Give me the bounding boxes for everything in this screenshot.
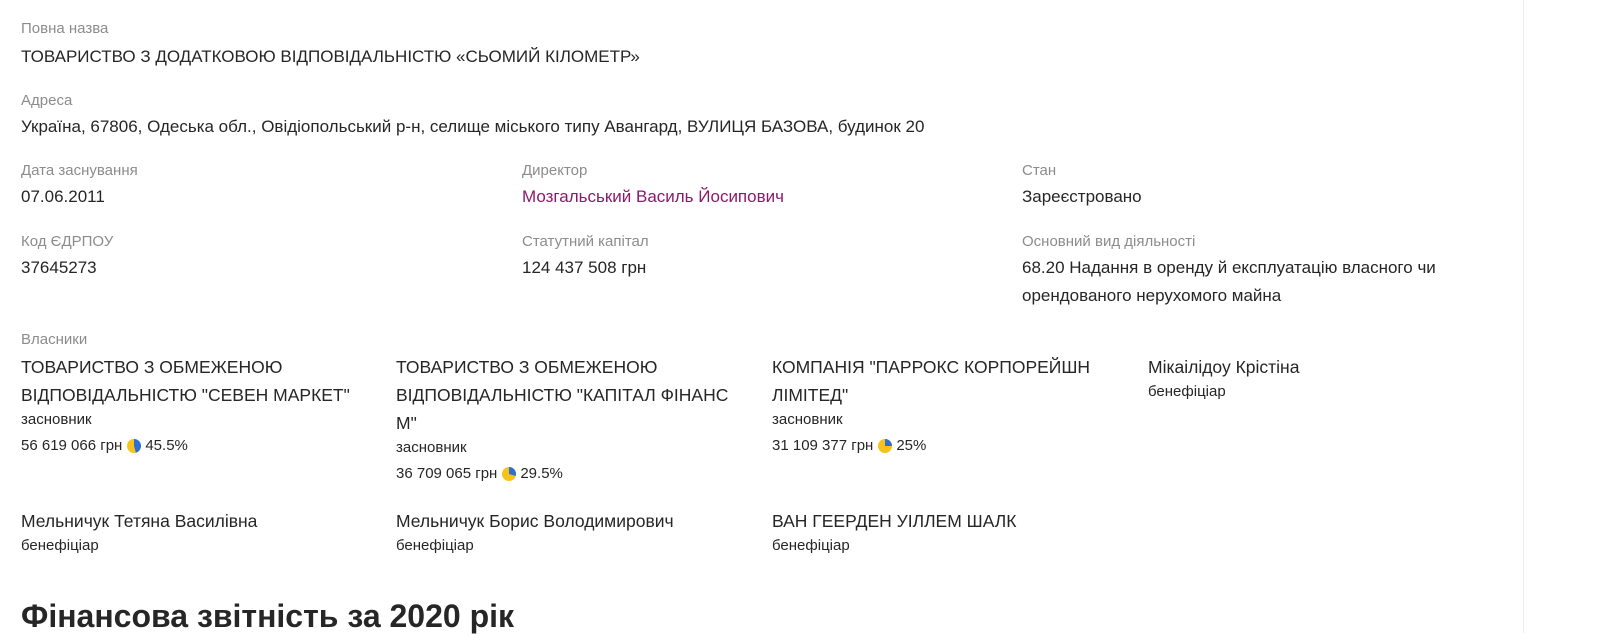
- owner-percent: 25%: [896, 437, 927, 454]
- owner-amount: 56 619 066 грн: [21, 437, 123, 454]
- capital-label: Статутний капітал: [522, 233, 649, 250]
- activity-value: 68.20 Надання в оренду й експлуатацію вл…: [1022, 258, 1436, 305]
- owner-card: Мельничук Борис Володимирович бенефіціар: [396, 507, 741, 556]
- founded-label: Дата заснування: [21, 162, 138, 179]
- share-pie-icon: [502, 467, 517, 481]
- founded-value: 07.06.2011: [21, 187, 105, 206]
- owner-share: 31 109 377 грн 25%: [772, 436, 1117, 456]
- owner-percent: 45.5%: [145, 437, 188, 454]
- owner-role: засновник: [396, 439, 467, 456]
- owner-role: засновник: [772, 411, 843, 428]
- status-label: Стан: [1022, 162, 1057, 179]
- owner-name: ТОВАРИСТВО З ОБМЕЖЕНОЮ ВІДПОВІДАЛЬНІСТЮ …: [21, 357, 350, 405]
- owner-amount: 31 109 377 грн: [772, 437, 874, 454]
- owner-role: бенефіціар: [396, 537, 474, 554]
- edrpou-value: 37645273: [21, 258, 97, 277]
- owner-name: КОМПАНІЯ "ПАРРОКС КОРПОРЕЙШН ЛІМІТЕД": [772, 357, 1091, 405]
- director-link[interactable]: Мозгальський Василь Йосипович: [522, 183, 784, 211]
- owner-name: ТОВАРИСТВО З ОБМЕЖЕНОЮ ВІДПОВІДАЛЬНІСТЮ …: [396, 357, 729, 433]
- director-label: Директор: [522, 162, 588, 179]
- owner-card: ТОВАРИСТВО З ОБМЕЖЕНОЮ ВІДПОВІДАЛЬНІСТЮ …: [396, 353, 741, 484]
- right-divider: [1523, 0, 1524, 633]
- owner-name: ВАН ГЕЕРДЕН УІЛЛЕМ ШАЛК: [772, 511, 1017, 531]
- capital-value: 124 437 508 грн: [522, 258, 647, 277]
- owner-card: Мельничук Тетяна Василівна бенефіціар: [21, 507, 366, 556]
- owners-label: Власники: [21, 331, 88, 348]
- share-pie-icon: [878, 439, 893, 453]
- edrpou-label: Код ЄДРПОУ: [21, 233, 114, 250]
- owner-name-link[interactable]: Мельничук Борис Володимирович: [396, 507, 741, 535]
- share-pie-icon: [127, 439, 142, 453]
- full-name-value: ТОВАРИСТВО З ДОДАТКОВОЮ ВІДПОВІДАЛЬНІСТЮ…: [21, 47, 640, 66]
- owner-card: КОМПАНІЯ "ПАРРОКС КОРПОРЕЙШН ЛІМІТЕД" за…: [772, 353, 1117, 456]
- owner-role: бенефіціар: [772, 537, 850, 554]
- owner-card: ВАН ГЕЕРДЕН УІЛЛЕМ ШАЛК бенефіціар: [772, 507, 1117, 556]
- owner-role: бенефіціар: [21, 537, 99, 554]
- pie-share-slice: [885, 439, 893, 446]
- owner-share: 36 709 065 грн 29.5%: [396, 464, 741, 484]
- status-value: Зареєстровано: [1022, 187, 1142, 206]
- address-label: Адреса: [21, 92, 73, 109]
- address-value: Україна, 67806, Одеська обл., Овідіополь…: [21, 117, 925, 136]
- full-name-label: Повна назва: [21, 20, 109, 37]
- owner-card: ТОВАРИСТВО З ОБМЕЖЕНОЮ ВІДПОВІДАЛЬНІСТЮ …: [21, 353, 366, 456]
- owner-amount: 36 709 065 грн: [396, 465, 498, 482]
- owner-role: бенефіціар: [1148, 383, 1226, 400]
- owner-name: Мікаілідоу Крістіна: [1148, 357, 1300, 377]
- owner-role: засновник: [21, 411, 92, 428]
- activity-label: Основний вид діяльності: [1022, 233, 1196, 250]
- owner-percent: 29.5%: [520, 465, 563, 482]
- financial-report-heading: Фінансова звітність за 2020 рік: [21, 598, 515, 634]
- owner-share: 56 619 066 грн 45.5%: [21, 436, 366, 456]
- owner-card: Мікаілідоу Крістіна бенефіціар: [1148, 353, 1493, 402]
- owner-name-link[interactable]: Мельничук Тетяна Василівна: [21, 507, 366, 535]
